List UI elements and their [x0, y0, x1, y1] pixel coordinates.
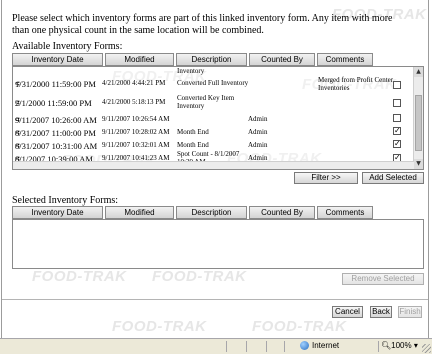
row-counted-by: Admin [248, 115, 268, 123]
row-comments: Merged from Profit Center Inventories [318, 76, 394, 92]
col-header-comments[interactable]: Comments [317, 53, 373, 66]
row-checkbox[interactable] [393, 81, 401, 89]
col-header-modified[interactable]: Modified [105, 206, 174, 219]
table-row[interactable]: ➪ 2/1/2000 11:59:00 PM 4/21/2000 5:18:13 … [13, 94, 415, 110]
col-header-inventory-date[interactable]: Inventory Date [12, 53, 103, 66]
available-forms-label: Available Inventory Forms: [12, 41, 123, 52]
cancel-button[interactable]: Cancel [332, 306, 363, 318]
row-description: Month End [177, 128, 209, 136]
table-row[interactable]: ➪ 8/31/2007 10:31:00 AM 9/11/2007 10:32:0… [13, 137, 415, 151]
watermark-logo: FOOD-TRAK [252, 318, 347, 335]
finish-button[interactable]: Finish [398, 306, 422, 318]
footer-divider [2, 299, 428, 300]
col-header-inventory-date[interactable]: Inventory Date [12, 206, 103, 219]
row-checkbox[interactable]: ✓ [393, 140, 401, 148]
watermark-logo: FOOD-TRAK [152, 268, 247, 285]
vertical-scrollbar[interactable]: ▲ ▼ [413, 67, 423, 169]
status-bar: Internet 🔍︎100% ▾ [0, 338, 432, 354]
add-selected-button[interactable]: Add Selected [362, 172, 424, 184]
col-header-modified[interactable]: Modified [105, 53, 174, 66]
status-pane [284, 341, 296, 352]
row-modified: 9/11/2007 10:26:54 AM [102, 115, 170, 123]
selected-forms-grid[interactable] [12, 219, 424, 269]
row-description: Inventory [177, 67, 205, 75]
row-counted-by: Admin [248, 141, 268, 149]
globe-icon [300, 341, 309, 351]
col-header-counted-by[interactable]: Counted By [249, 53, 315, 66]
back-button[interactable]: Back [370, 306, 392, 318]
row-counted-by: Admin [248, 128, 268, 136]
row-description: Converted Full Inventory [177, 79, 249, 87]
table-row[interactable]: ➪ 1/31/2000 11:59:00 PM 4/21/2000 4:44:21… [13, 75, 415, 92]
status-pane [266, 341, 282, 352]
row-checkbox[interactable]: ✓ [393, 127, 401, 135]
row-description: Converted Key Item Inventory [177, 94, 235, 110]
row-modified: 4/21/2000 5:18:13 PM [102, 98, 166, 106]
intro-text: Please select which inventory forms are … [12, 13, 393, 36]
filter-button[interactable]: Filter >> [294, 172, 358, 184]
row-modified: 9/11/2007 10:28:02 AM [102, 128, 170, 136]
zoom-icon: 🔍︎ [381, 341, 392, 350]
resize-grip-icon[interactable] [422, 344, 431, 353]
row-modified: 9/11/2007 10:32:01 AM [102, 141, 170, 149]
row-modified: 4/21/2000 4:44:21 PM [102, 79, 166, 87]
row-checkbox[interactable] [393, 99, 401, 107]
table-row[interactable]: ➪ 9/11/2007 10:26:00 AM 9/11/2007 10:26:5… [13, 111, 415, 125]
security-zone: Internet [300, 341, 339, 351]
table-row[interactable]: ➪ 8/31/2007 11:00:00 PM 9/11/2007 10:28:0… [13, 124, 415, 138]
col-header-description[interactable]: Description [176, 53, 247, 66]
col-header-counted-by[interactable]: Counted By [249, 206, 315, 219]
zoom-level[interactable]: 🔍︎100% ▾ [381, 341, 418, 350]
available-forms-grid[interactable]: Inventory ➪ 1/31/2000 11:59:00 PM 4/21/20… [12, 66, 424, 170]
row-checkbox[interactable] [393, 114, 401, 122]
col-header-description[interactable]: Description [176, 206, 247, 219]
scroll-thumb[interactable] [415, 95, 422, 151]
dialog-window: FOOD-TRAK FOOD-TRAK FOOD-TRAK FOOD-TRAK … [1, 0, 429, 352]
selected-forms-label: Selected Inventory Forms: [12, 195, 119, 206]
scroll-down-icon[interactable]: ▼ [414, 159, 423, 169]
col-header-comments[interactable]: Comments [317, 206, 373, 219]
status-pane [246, 341, 264, 352]
watermark-logo: FOOD-TRAK [32, 268, 127, 285]
remove-selected-button[interactable]: Remove Selected [342, 273, 424, 285]
watermark-logo: FOOD-TRAK [112, 318, 207, 335]
status-pane [226, 341, 244, 352]
row-description: Month End [177, 141, 209, 149]
horizontal-scrollbar[interactable] [13, 161, 414, 169]
scroll-up-icon[interactable]: ▲ [414, 67, 423, 77]
